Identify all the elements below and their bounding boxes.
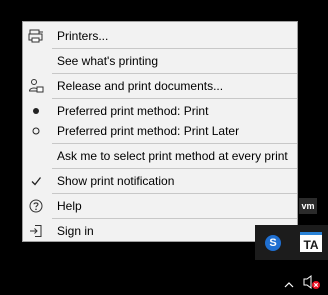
menu-item-label: Sign in [57,224,94,238]
speaker-muted-icon[interactable] [303,274,321,290]
menu-item-help[interactable]: Help [23,194,297,218]
menu-item-preferred-print-later[interactable]: Preferred print method: Print Later [23,119,297,143]
menu-item-label: Show print notification [57,174,175,188]
menu-item-label: Ask me to select print method at every p… [57,149,288,163]
menu-item-see-whats-printing[interactable]: See what's printing [23,49,297,73]
printer-icon [23,24,49,48]
checkmark-icon [23,169,49,193]
s-app-tray-icon[interactable]: S [265,235,281,251]
help-icon [23,194,49,218]
vmware-tray-icon[interactable]: vm [299,198,317,214]
ta-app-tray-icon[interactable]: TA [300,232,322,252]
menu-item-label: Preferred print method: Print [57,104,209,118]
menu-item-label: Preferred print method: Print Later [57,124,240,138]
menu-item-printers[interactable]: Printers... [23,24,297,48]
menu-item-label: See what's printing [57,54,159,68]
menu-item-show-print-notification[interactable]: Show print notification [23,169,297,193]
sign-in-icon [23,219,49,243]
chevron-up-icon[interactable] [284,277,294,288]
menu-item-release-and-print[interactable]: Release and print documents... [23,74,297,98]
menu-item-ask-print-method[interactable]: Ask me to select print method at every p… [23,144,297,168]
menu-item-label: Release and print documents... [57,79,224,93]
print-context-menu: Printers... See what's printing Release … [22,21,298,242]
user-release-icon [23,74,49,98]
menu-item-label: Printers... [57,29,109,43]
menu-item-label: Help [57,199,82,213]
radio-unselected-icon [23,119,49,143]
